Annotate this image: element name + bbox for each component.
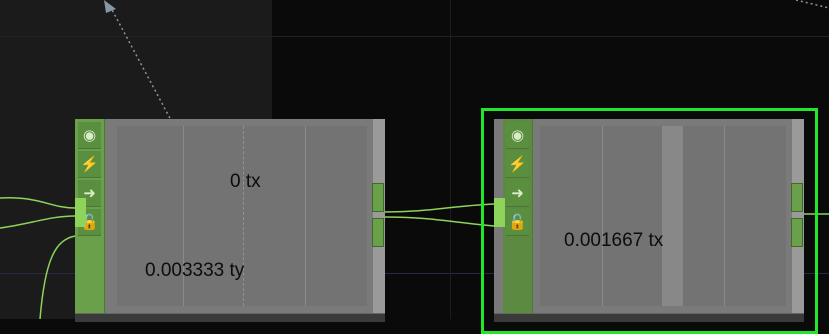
output-connector[interactable] [372, 183, 384, 212]
grid-line [305, 126, 306, 306]
value-label-ty: 0.003333 ty [145, 260, 245, 281]
arrow-right-icon[interactable]: ➜ [506, 180, 529, 207]
output-connector[interactable] [372, 218, 384, 247]
node-left[interactable]: ◉ ⚡ ➜ 🔓 0 tx 0.003333 ty [75, 119, 385, 322]
output-connector[interactable] [791, 183, 803, 212]
value-label-tx: 0.001667 tx [564, 230, 664, 251]
output-connector[interactable] [791, 218, 803, 247]
input-connector[interactable] [75, 198, 86, 227]
node-footer [494, 313, 804, 322]
node-toolbar: ◉ ⚡ ➜ 🔓 [503, 119, 533, 319]
target-icon[interactable]: ◉ [78, 122, 101, 149]
node-right[interactable]: ◉ ⚡ ➜ 🔓 0.001667 tx [494, 119, 804, 322]
target-icon[interactable]: ◉ [506, 122, 529, 149]
highlight-band [662, 126, 683, 306]
lock-icon[interactable]: 🔓 [506, 209, 529, 236]
arrow-head-icon [104, 0, 116, 13]
node-viewer: 0.001667 tx [540, 126, 786, 306]
wire [39, 235, 76, 319]
grid-line [724, 126, 725, 306]
wire [384, 216, 495, 227]
input-connector[interactable] [494, 198, 505, 227]
grid-line [602, 126, 603, 306]
bolt-icon[interactable]: ⚡ [506, 151, 529, 178]
node-footer [75, 313, 385, 322]
wire [0, 215, 76, 229]
bolt-icon[interactable]: ⚡ [78, 151, 101, 178]
dotted-link [109, 5, 173, 123]
wire [0, 197, 76, 209]
node-viewer: 0 tx 0.003333 ty [117, 126, 367, 306]
value-label-tx: 0 tx [230, 171, 261, 192]
wire [384, 203, 495, 213]
dotted-link [795, 0, 829, 9]
